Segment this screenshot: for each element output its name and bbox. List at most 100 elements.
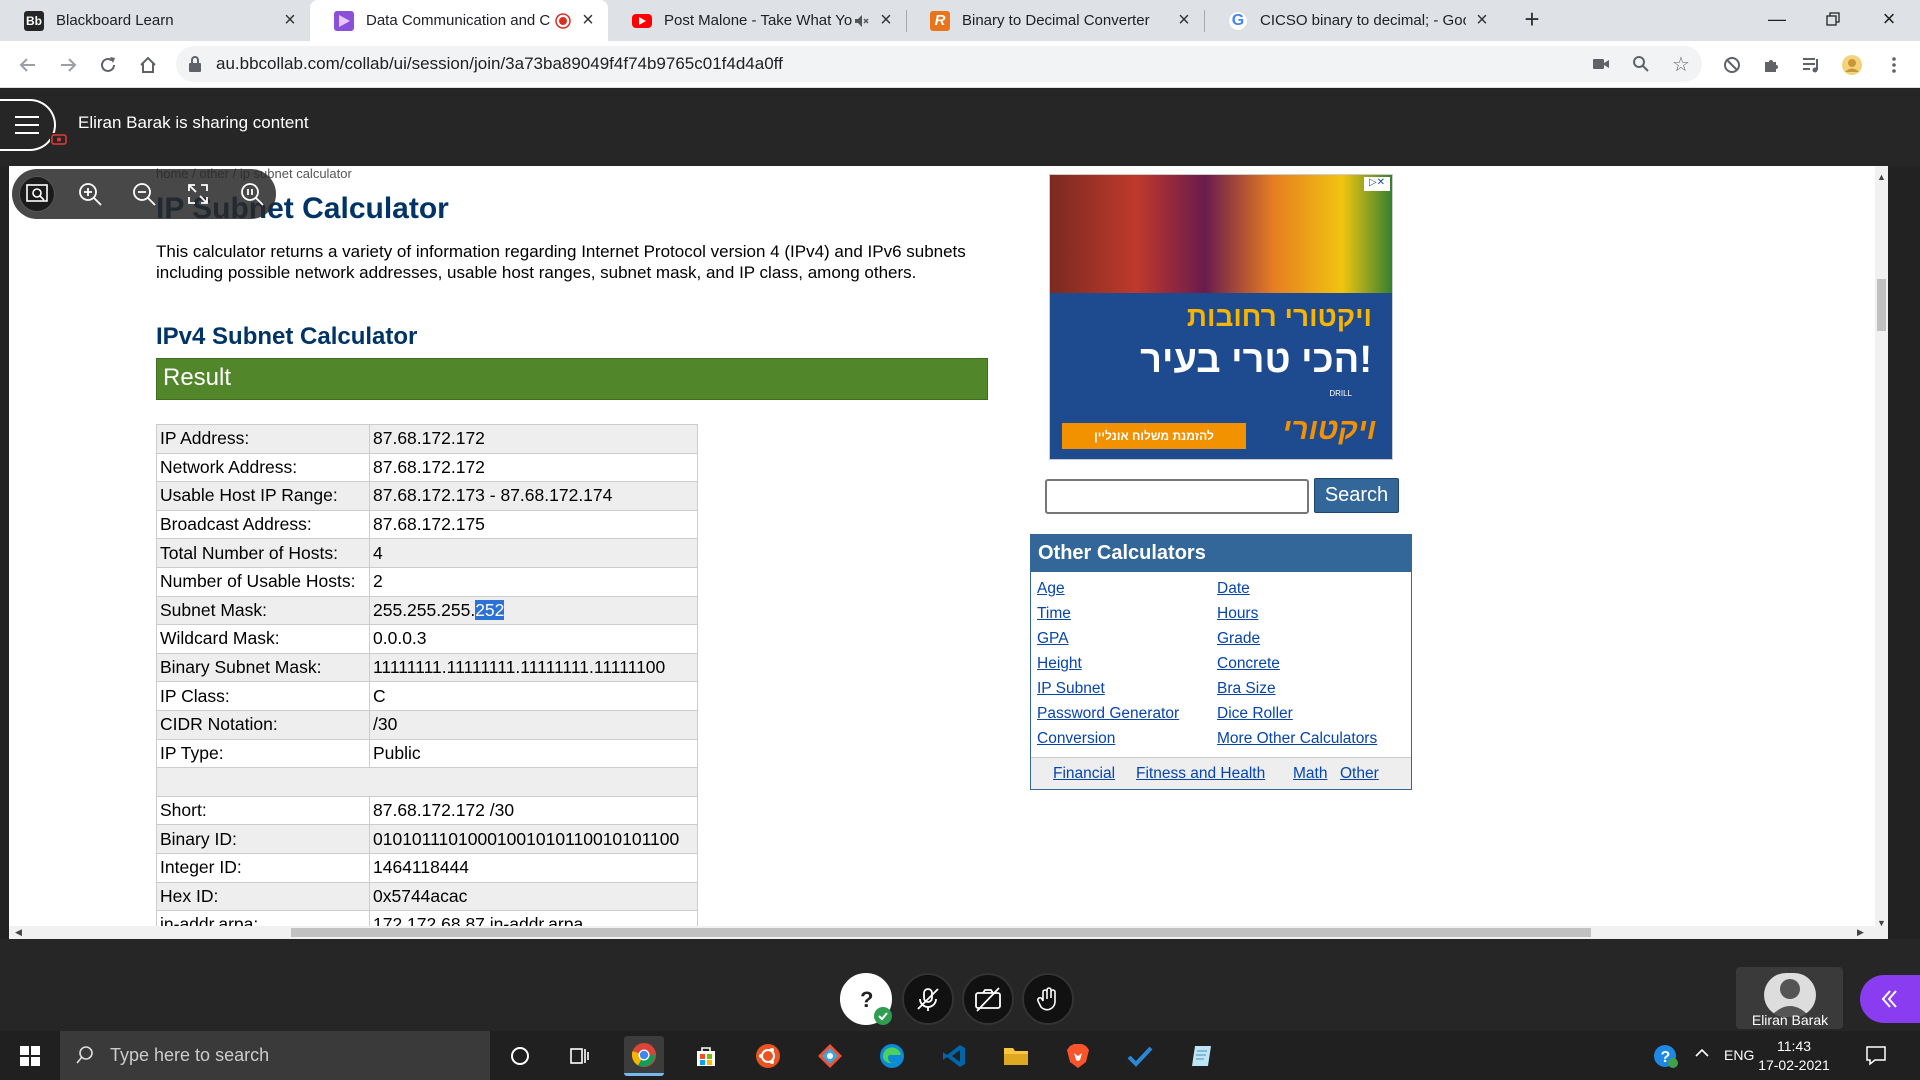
close-tab-icon[interactable]: × bbox=[578, 9, 598, 31]
windows-start-icon[interactable] bbox=[0, 1031, 60, 1080]
home-icon[interactable] bbox=[134, 51, 162, 79]
tab-post-malone[interactable]: Post Malone - Take What Yo × bbox=[608, 0, 906, 41]
raise-hand-button[interactable] bbox=[1022, 973, 1074, 1025]
taskbar-search-box[interactable]: Type here to search bbox=[60, 1031, 490, 1080]
minimize-icon[interactable]: — bbox=[1750, 0, 1804, 38]
tab-google-search[interactable]: G CICSO binary to decimal; - Googl × bbox=[1204, 0, 1502, 41]
camera-icon[interactable] bbox=[1590, 53, 1612, 75]
help-tray-icon[interactable]: ? bbox=[1652, 1043, 1678, 1069]
scroll-up-arrow-icon[interactable]: ▲ bbox=[1877, 172, 1886, 182]
address-bar[interactable]: au.bbcollab.com/collab/ui/session/join/3… bbox=[176, 46, 1702, 82]
row-label: Usable Host IP Range: bbox=[156, 481, 370, 511]
scrollbar-thumb[interactable] bbox=[1877, 279, 1886, 331]
category-link-fitness[interactable]: Fitness and Health bbox=[1136, 765, 1265, 783]
close-tab-icon[interactable]: × bbox=[1472, 9, 1492, 31]
row-value: 87.68.172.175 bbox=[369, 509, 698, 540]
calc-link-conversion[interactable]: Conversion bbox=[1037, 730, 1115, 748]
calc-link-dice-roller[interactable]: Dice Roller bbox=[1217, 705, 1293, 723]
back-arrow-icon[interactable] bbox=[14, 51, 42, 79]
search-button[interactable]: Search bbox=[1314, 478, 1399, 513]
edge-icon[interactable] bbox=[872, 1036, 912, 1076]
blackboard-icon: Bb bbox=[24, 10, 44, 31]
task-view-icon[interactable] bbox=[560, 1036, 600, 1076]
forward-arrow-icon[interactable] bbox=[54, 51, 82, 79]
bookmark-star-icon[interactable]: ☆ bbox=[1670, 53, 1692, 76]
collab-panel-toggle-button[interactable] bbox=[1860, 975, 1920, 1023]
vscode-icon[interactable] bbox=[934, 1036, 974, 1076]
category-link-other[interactable]: Other bbox=[1340, 765, 1379, 783]
ad-cta-button[interactable]: להזמנת משלוח אונליין bbox=[1062, 423, 1246, 449]
system-clock[interactable]: 11:43 17-02-2021 bbox=[1756, 1037, 1832, 1075]
scroll-down-arrow-icon[interactable]: ▼ bbox=[1877, 918, 1886, 928]
calc-link-time[interactable]: Time bbox=[1037, 605, 1071, 623]
camera-off-button[interactable] bbox=[962, 973, 1014, 1025]
block-icon[interactable] bbox=[1718, 51, 1746, 79]
vertical-scrollbar[interactable]: ▲ ▼ bbox=[1875, 166, 1888, 939]
row-label: CIDR Notation: bbox=[156, 709, 370, 740]
ubuntu-icon[interactable] bbox=[748, 1036, 788, 1076]
zoom-icon[interactable] bbox=[1630, 53, 1652, 75]
reload-icon[interactable] bbox=[94, 51, 122, 79]
more-vertical-icon[interactable] bbox=[1880, 51, 1908, 79]
language-indicator[interactable]: ENG bbox=[1724, 1047, 1754, 1063]
calc-link-ip-subnet[interactable]: IP Subnet bbox=[1037, 680, 1105, 698]
scroll-left-arrow-icon[interactable]: ◀ bbox=[15, 927, 22, 938]
selected-text[interactable]: 252 bbox=[475, 599, 505, 620]
category-link-math[interactable]: Math bbox=[1293, 765, 1327, 783]
session-menu-button[interactable] bbox=[0, 99, 68, 151]
category-link-financial[interactable]: Financial bbox=[1053, 765, 1115, 783]
tab-binary-converter[interactable]: R Binary to Decimal Converter × bbox=[906, 0, 1204, 41]
notification-center-icon[interactable] bbox=[1864, 1043, 1888, 1067]
windows-taskbar: Type here to search ? ENG 11:43 17-02-20… bbox=[0, 1031, 1920, 1080]
tab-data-communication[interactable]: Data Communication and Co × bbox=[310, 0, 608, 41]
calc-link-height[interactable]: Height bbox=[1037, 655, 1082, 673]
scroll-right-arrow-icon[interactable]: ▶ bbox=[1857, 927, 1864, 938]
zoom-out-icon[interactable] bbox=[126, 176, 162, 212]
muted-speaker-icon[interactable] bbox=[852, 12, 870, 30]
lock-icon[interactable] bbox=[186, 55, 204, 73]
site-search-input[interactable] bbox=[1045, 479, 1309, 514]
actual-size-icon[interactable] bbox=[234, 176, 270, 212]
help-status-button[interactable]: ? bbox=[840, 973, 892, 1025]
tab-blackboard[interactable]: Bb Blackboard Learn × bbox=[0, 0, 310, 41]
todo-icon[interactable] bbox=[1120, 1036, 1160, 1076]
fit-to-screen-icon[interactable] bbox=[19, 176, 55, 212]
cortana-icon[interactable] bbox=[500, 1036, 540, 1076]
calc-link-concrete[interactable]: Concrete bbox=[1217, 655, 1280, 673]
calc-link-gpa[interactable]: GPA bbox=[1037, 630, 1069, 648]
chrome-icon[interactable] bbox=[624, 1036, 664, 1076]
chevron-up-icon[interactable] bbox=[1694, 1045, 1710, 1061]
close-tab-icon[interactable]: × bbox=[876, 9, 896, 31]
advertisement-banner[interactable]: ▷✕ ויקטורי רחובות הכי טרי בעיר! DRILL לה… bbox=[1049, 174, 1393, 460]
brave-icon[interactable] bbox=[1058, 1036, 1098, 1076]
close-tab-icon[interactable]: × bbox=[1174, 9, 1194, 31]
row-label: Network Address: bbox=[156, 452, 370, 483]
scrollbar-thumb[interactable] bbox=[291, 928, 1591, 937]
extensions-puzzle-icon[interactable] bbox=[1758, 51, 1786, 79]
horizontal-scrollbar[interactable]: ◀ ▶ bbox=[9, 926, 1875, 939]
calc-link-date[interactable]: Date bbox=[1217, 580, 1250, 598]
calc-link-more[interactable]: More Other Calculators bbox=[1217, 730, 1377, 748]
close-window-icon[interactable]: × bbox=[1862, 0, 1916, 38]
git-icon[interactable] bbox=[810, 1036, 850, 1076]
close-tab-icon[interactable]: × bbox=[280, 9, 300, 31]
microsoft-store-icon[interactable] bbox=[686, 1036, 726, 1076]
media-queue-icon[interactable] bbox=[1798, 51, 1826, 79]
presenter-tile[interactable]: Eliran Barak bbox=[1736, 967, 1843, 1029]
calc-link-hours[interactable]: Hours bbox=[1217, 605, 1258, 623]
expand-icon[interactable] bbox=[180, 176, 216, 212]
zoom-in-icon[interactable] bbox=[72, 176, 108, 212]
table-row: Broadcast Address: 87.68.172.175 bbox=[156, 509, 698, 540]
restore-icon[interactable] bbox=[1806, 0, 1860, 38]
microphone-muted-button[interactable] bbox=[902, 973, 954, 1025]
calc-link-age[interactable]: Age bbox=[1037, 580, 1065, 598]
file-explorer-icon[interactable] bbox=[996, 1036, 1036, 1076]
profile-avatar-icon[interactable] bbox=[1838, 51, 1866, 79]
notepad-icon[interactable] bbox=[1182, 1036, 1222, 1076]
calc-link-bra-size[interactable]: Bra Size bbox=[1217, 680, 1276, 698]
calc-link-grade[interactable]: Grade bbox=[1217, 630, 1260, 648]
ad-choices-icon[interactable]: ▷✕ bbox=[1364, 177, 1390, 191]
row-value: 11111111.11111111.11111111.11111100 bbox=[369, 652, 698, 683]
calc-link-password-generator[interactable]: Password Generator bbox=[1037, 705, 1179, 723]
new-tab-plus-icon[interactable]: + bbox=[1518, 4, 1546, 34]
